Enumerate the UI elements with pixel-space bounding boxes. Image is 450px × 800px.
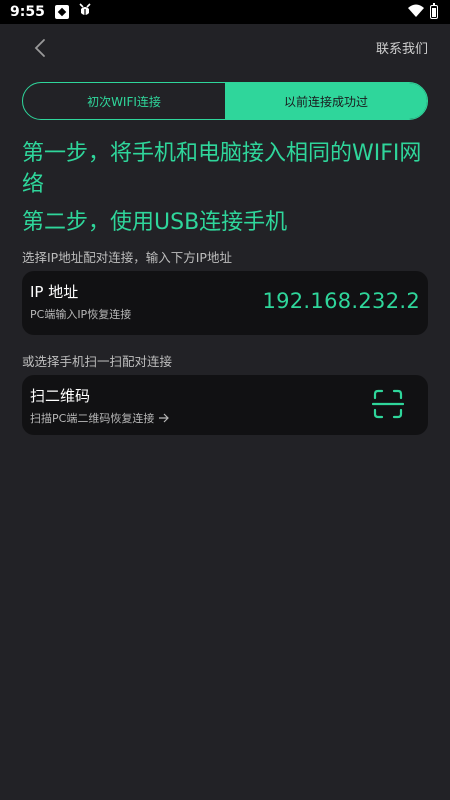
tab-previously-connected[interactable]: 以前连接成功过	[225, 83, 427, 119]
qr-card-subtitle: 扫描PC端二维码恢复连接	[30, 412, 155, 425]
status-time: 9:55	[10, 4, 45, 20]
scan-icon[interactable]	[372, 388, 404, 420]
qr-card-subtitle-row: 扫描PC端二维码恢复连接	[30, 410, 170, 426]
scan-qr-card[interactable]: 扫二维码 扫描PC端二维码恢复连接	[22, 375, 428, 435]
arrow-right-icon	[159, 413, 170, 423]
contact-us-link[interactable]: 联系我们	[376, 38, 428, 57]
ip-pairing-hint: 选择IP地址配对连接，输入下方IP地址	[22, 250, 232, 265]
back-button[interactable]	[28, 36, 52, 60]
qr-card-title: 扫二维码	[30, 387, 91, 405]
ip-card-title: IP 地址	[30, 283, 79, 301]
tab-first-wifi-connection[interactable]: 初次WIFI连接	[23, 83, 225, 119]
step-two-instruction: 第二步，使用USB连接手机	[22, 210, 288, 235]
qr-pairing-hint: 或选择手机扫一扫配对连接	[22, 354, 173, 369]
wifi-icon	[408, 3, 424, 22]
step-one-instruction: 第一步，将手机和电脑接入相同的WIFI网络	[22, 141, 422, 197]
bug-icon	[77, 2, 93, 22]
connection-mode-tabs: 初次WIFI连接 以前连接成功过	[22, 82, 428, 120]
app-notification-icon	[54, 5, 69, 19]
top-bar: 联系我们	[0, 24, 450, 74]
ip-card-subtitle: PC端输入IP恢复连接	[30, 308, 132, 321]
battery-icon	[430, 3, 438, 19]
ip-address-value: 192.168.232.2	[262, 289, 420, 313]
status-bar: 9:55	[0, 0, 450, 24]
chevron-left-icon	[34, 39, 45, 57]
ip-address-card[interactable]: IP 地址 PC端输入IP恢复连接 192.168.232.2	[22, 271, 428, 335]
